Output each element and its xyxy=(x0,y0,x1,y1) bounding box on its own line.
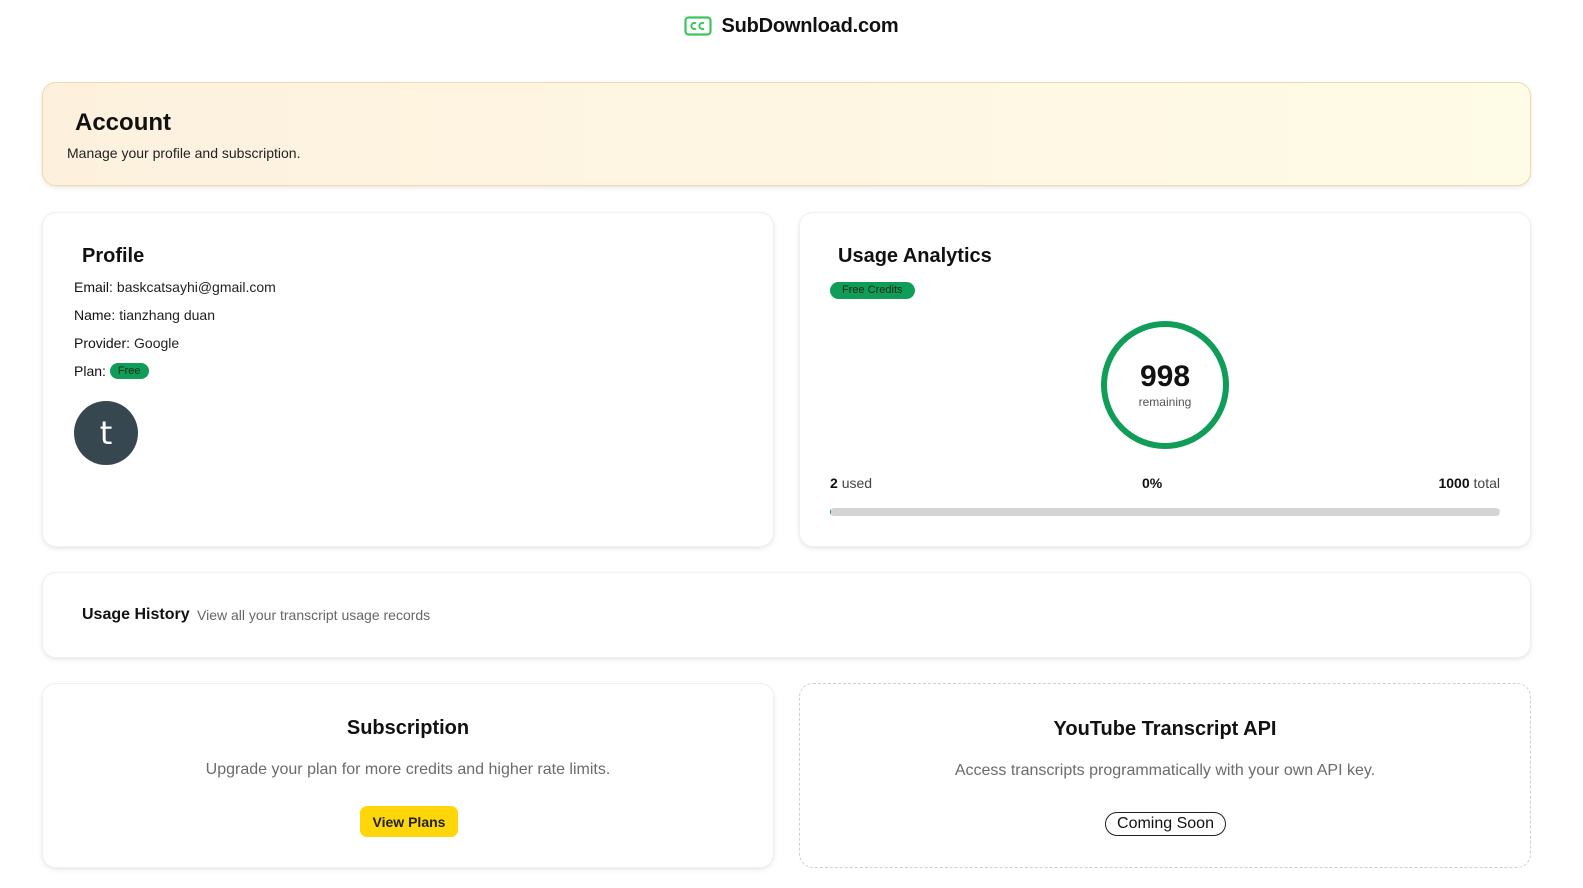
page-subtitle: Manage your profile and subscription. xyxy=(67,145,301,161)
usage-history-subtitle: View all your transcript usage records xyxy=(197,607,431,623)
usage-history-card[interactable]: Usage History View all your transcript u… xyxy=(42,572,1531,658)
free-credits-badge: Free Credits xyxy=(830,282,915,299)
remaining-label: remaining xyxy=(1138,395,1192,409)
email-value: baskcatsayhi@gmail.com xyxy=(116,279,276,295)
percent-stat: 0% xyxy=(1142,475,1162,491)
usage-title: Usage Analytics xyxy=(838,245,992,267)
api-title: YouTube Transcript API xyxy=(1053,718,1277,740)
brand-name[interactable]: SubDownload.com xyxy=(721,15,898,38)
api-description: Access transcripts programmatically with… xyxy=(954,762,1376,779)
account-banner: Account Manage your profile and subscrip… xyxy=(42,82,1531,186)
profile-email-row: Email: baskcatsayhi@gmail.com xyxy=(74,279,276,295)
email-label: Email: xyxy=(74,279,113,295)
subscription-title: Subscription xyxy=(346,717,470,739)
used-value: 2 xyxy=(830,475,838,491)
api-card: YouTube Transcript API Access transcript… xyxy=(799,683,1531,868)
name-value: tianzhang duan xyxy=(119,307,215,323)
profile-card: Profile Email: baskcatsayhi@gmail.com Na… xyxy=(42,212,774,547)
page-title: Account xyxy=(75,109,171,136)
usage-history-title[interactable]: Usage History xyxy=(82,606,190,624)
remaining-credits-ring: 998 remaining xyxy=(1101,321,1229,449)
usage-progress-bar xyxy=(830,508,1500,516)
used-stat: 2 used xyxy=(830,475,872,491)
provider-label: Provider: xyxy=(74,335,131,351)
provider-value: Google xyxy=(134,335,180,351)
used-percent: 0% xyxy=(1142,475,1163,491)
remaining-count: 998 xyxy=(1139,360,1191,393)
plan-label: Plan: xyxy=(74,363,106,379)
view-plans-button[interactable]: View Plans xyxy=(360,806,458,837)
profile-title: Profile xyxy=(82,245,145,267)
subscription-card: Subscription Upgrade your plan for more … xyxy=(42,683,774,868)
avatar: t xyxy=(74,401,138,465)
profile-name-row: Name: tianzhang duan xyxy=(74,307,215,323)
total-value: 1000 xyxy=(1438,475,1470,491)
usage-progress-fill xyxy=(830,508,832,516)
plan-badge: Free xyxy=(109,363,149,379)
subscription-description: Upgrade your plan for more credits and h… xyxy=(205,761,611,778)
total-stat: 1000 total xyxy=(1438,475,1500,491)
usage-analytics-card: Usage Analytics Free Credits 998 remaini… xyxy=(799,212,1531,547)
profile-plan-row: Plan: Free xyxy=(74,363,149,379)
used-label: used xyxy=(841,475,873,491)
name-label: Name: xyxy=(74,307,116,323)
profile-provider-row: Provider: Google xyxy=(74,335,179,351)
top-bar: SubDownload.com xyxy=(0,0,1583,52)
cc-caption-icon[interactable] xyxy=(684,16,713,36)
total-label: total xyxy=(1473,475,1500,491)
coming-soon-badge: Coming Soon xyxy=(1105,812,1226,836)
